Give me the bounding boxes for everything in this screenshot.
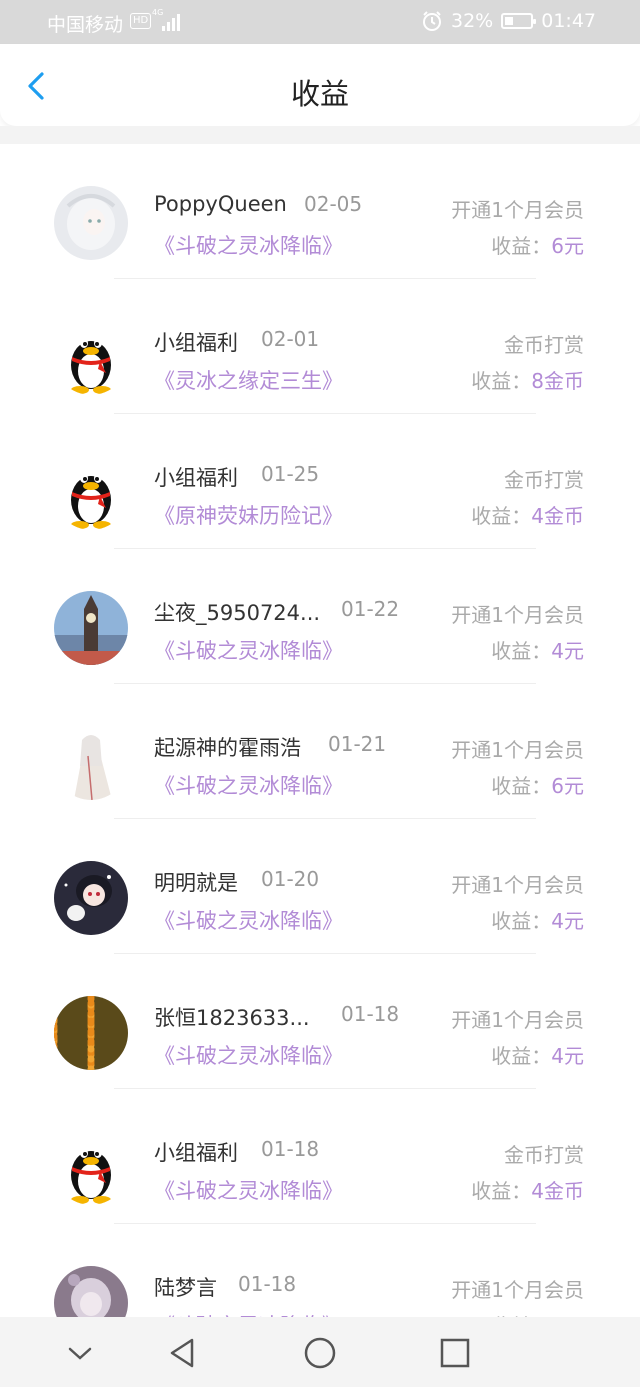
user-name[interactable]: 明明就是 xyxy=(154,867,238,897)
network-label: 4G xyxy=(152,8,164,17)
battery-icon xyxy=(501,13,537,29)
income-type: 开通1个月会员 xyxy=(451,198,584,222)
income-amount: 6元 xyxy=(551,774,584,798)
income-label: 收益： xyxy=(471,369,532,393)
status-time: 01:47 xyxy=(541,10,596,32)
signal-icon: 4G xyxy=(152,8,180,31)
back-triangle-icon[interactable] xyxy=(162,1333,202,1373)
user-name[interactable]: 陆梦言 xyxy=(154,1272,217,1302)
income-record-row[interactable]: 小组福利 01-25 《原神荧妹历险记》 金币打赏收益：4金币 xyxy=(0,414,640,549)
income-amount-line: 收益：6元 xyxy=(491,230,584,259)
income-amount-line: 收益：4元 xyxy=(491,1310,584,1317)
income-amount: 8金币 xyxy=(531,369,584,393)
record-date: 01-20 xyxy=(261,867,320,891)
record-date: 02-05 xyxy=(304,192,363,216)
alarm-icon xyxy=(423,11,441,31)
carrier-label: 中国移动 xyxy=(47,14,124,36)
income-label: 收益： xyxy=(491,234,552,258)
income-record-row[interactable]: 陆梦言 01-18 《斗破之灵冰降临》 开通1个月会员收益：4元 xyxy=(0,1224,640,1317)
income-record-row[interactable]: 小组福利 02-01 《灵冰之缘定三生》 金币打赏收益：8金币 xyxy=(0,279,640,414)
income-amount-line: 收益：8金币 xyxy=(471,365,584,394)
chevron-down-icon[interactable] xyxy=(60,1333,100,1373)
income-type: 金币打赏 xyxy=(504,1143,584,1167)
user-avatar[interactable] xyxy=(54,1266,128,1317)
user-avatar[interactable] xyxy=(54,726,128,800)
recents-square-icon[interactable] xyxy=(435,1333,475,1373)
record-date: 01-21 xyxy=(328,732,387,756)
income-type: 金币打赏 xyxy=(504,333,584,357)
book-title-link[interactable]: 《斗破之灵冰降临》 xyxy=(154,230,343,260)
record-date: 01-22 xyxy=(341,597,400,621)
income-record-row[interactable]: 明明就是 01-20 《斗破之灵冰降临》 开通1个月会员收益：4元 xyxy=(0,819,640,954)
income-type: 开通1个月会员 xyxy=(451,873,584,897)
income-label: 收益： xyxy=(471,1179,532,1203)
section-divider xyxy=(0,126,640,144)
income-label: 收益： xyxy=(471,504,532,528)
income-type: 开通1个月会员 xyxy=(451,1008,584,1032)
income-amount: 4金币 xyxy=(531,1179,584,1203)
income-record-row[interactable]: 张恒1823633... 01-18 《斗破之灵冰降临》 开通1个月会员收益：4元 xyxy=(0,954,640,1089)
status-bar: 中国移动 HD 4G 32% 01:47 xyxy=(0,0,640,44)
user-name[interactable]: 小组福利 xyxy=(154,1137,238,1167)
user-avatar[interactable] xyxy=(54,996,128,1070)
income-amount: 6元 xyxy=(551,234,584,258)
income-amount: 4元 xyxy=(551,909,584,933)
income-amount: 4元 xyxy=(551,1044,584,1068)
income-type: 金币打赏 xyxy=(504,468,584,492)
battery-percent: 32% xyxy=(451,10,494,32)
income-type: 开通1个月会员 xyxy=(451,1278,584,1302)
user-avatar[interactable] xyxy=(54,456,128,530)
user-name[interactable]: 张恒1823633... xyxy=(154,1002,310,1032)
record-date: 01-18 xyxy=(238,1272,297,1296)
user-name[interactable]: PoppyQueen xyxy=(154,192,287,216)
income-type: 开通1个月会员 xyxy=(451,603,584,627)
user-name[interactable]: 尘夜_5950724... xyxy=(154,597,320,627)
income-amount-line: 收益：6元 xyxy=(491,770,584,799)
book-title-link[interactable]: 《斗破之灵冰降临》 xyxy=(154,770,343,800)
user-name[interactable]: 小组福利 xyxy=(154,462,238,492)
income-amount-line: 收益：4元 xyxy=(491,1040,584,1069)
user-avatar[interactable] xyxy=(54,321,128,395)
book-title-link[interactable]: 《斗破之灵冰降临》 xyxy=(154,905,343,935)
user-avatar[interactable] xyxy=(54,591,128,665)
system-nav-bar xyxy=(0,1317,640,1387)
user-avatar[interactable] xyxy=(54,861,128,935)
book-title-link[interactable]: 《灵冰之缘定三生》 xyxy=(154,365,343,395)
income-label: 收益： xyxy=(491,639,552,663)
book-title-link[interactable]: 《斗破之灵冰降临》 xyxy=(154,1310,343,1317)
income-record-row[interactable]: 小组福利 01-18 《斗破之灵冰降临》 金币打赏收益：4金币 xyxy=(0,1089,640,1224)
book-title-link[interactable]: 《斗破之灵冰降临》 xyxy=(154,635,343,665)
income-record-row[interactable]: 尘夜_5950724... 01-22 《斗破之灵冰降临》 开通1个月会员收益：4元 xyxy=(0,549,640,684)
header: 收益 xyxy=(0,44,640,126)
user-avatar[interactable] xyxy=(54,1131,128,1205)
income-amount-line: 收益：4金币 xyxy=(471,500,584,529)
record-date: 02-01 xyxy=(261,327,320,351)
income-amount-line: 收益：4元 xyxy=(491,635,584,664)
income-label: 收益： xyxy=(491,774,552,798)
income-type: 开通1个月会员 xyxy=(451,738,584,762)
income-record-row[interactable]: 起源神的霍雨浩 01-21 《斗破之灵冰降临》 开通1个月会员收益：6元 xyxy=(0,684,640,819)
record-date: 01-18 xyxy=(341,1002,400,1026)
income-amount: 4金币 xyxy=(531,504,584,528)
income-record-row[interactable]: PoppyQueen 02-05 《斗破之灵冰降临》 开通1个月会员收益：6元 xyxy=(0,144,640,279)
income-amount-line: 收益：4元 xyxy=(491,905,584,934)
income-amount: 4元 xyxy=(551,639,584,663)
book-title-link[interactable]: 《原神荧妹历险记》 xyxy=(154,500,343,530)
book-title-link[interactable]: 《斗破之灵冰降临》 xyxy=(154,1175,343,1205)
hd-badge: HD xyxy=(130,13,152,29)
user-name[interactable]: 起源神的霍雨浩 xyxy=(154,732,301,762)
record-date: 01-18 xyxy=(261,1137,320,1161)
income-list[interactable]: PoppyQueen 02-05 《斗破之灵冰降临》 开通1个月会员 收益：6元 小组福利… xyxy=(0,144,640,1317)
income-label: 收益： xyxy=(491,909,552,933)
income-amount-line: 收益：4金币 xyxy=(471,1175,584,1204)
home-circle-icon[interactable] xyxy=(300,1333,340,1373)
book-title-link[interactable]: 《斗破之灵冰降临》 xyxy=(154,1040,343,1070)
page-title: 收益 xyxy=(290,77,349,111)
record-date: 01-25 xyxy=(261,462,320,486)
income-label: 收益： xyxy=(491,1044,552,1068)
user-avatar[interactable] xyxy=(54,186,128,260)
user-name[interactable]: 小组福利 xyxy=(154,327,238,357)
